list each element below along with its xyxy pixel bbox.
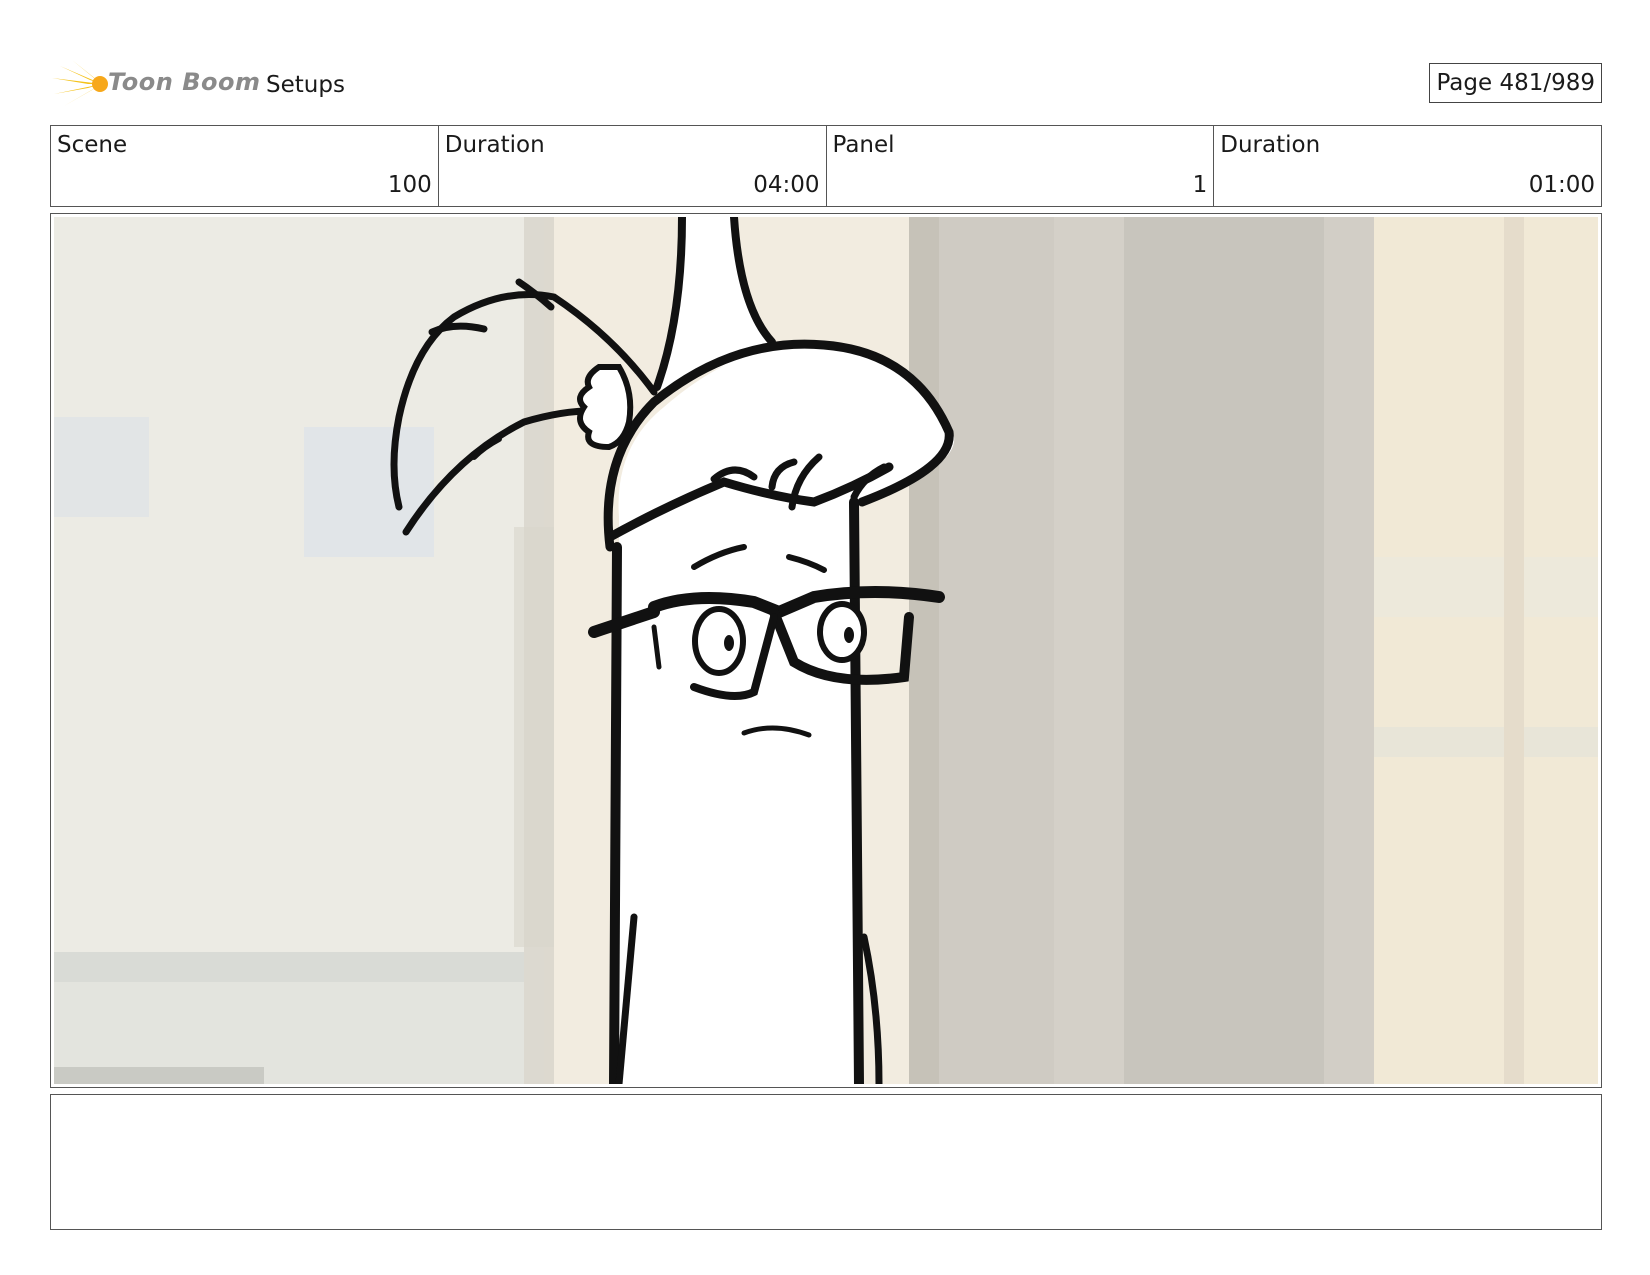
page-header: Toon Boom Setups Page 481/989	[50, 58, 1602, 110]
sunburst-icon	[52, 60, 108, 106]
panel-notes	[50, 1094, 1602, 1230]
panel-duration-cell: Duration 01:00	[1214, 126, 1601, 206]
scene-label: Scene	[57, 132, 128, 158]
panel-drawing	[54, 217, 1598, 1084]
scene-duration-value: 04:00	[753, 172, 820, 198]
scene-value: 100	[387, 172, 432, 198]
scene-cell: Scene 100	[51, 126, 439, 206]
panel-duration-label: Duration	[1220, 132, 1321, 158]
panel-duration-value: 01:00	[1528, 172, 1595, 198]
scene-duration-cell: Duration 04:00	[439, 126, 827, 206]
storyboard-panel	[50, 213, 1602, 1088]
toon-boom-logo: Toon Boom	[50, 58, 260, 110]
panel-value: 1	[1192, 172, 1208, 198]
section-title: Setups	[266, 72, 345, 98]
scene-duration-label: Duration	[444, 132, 545, 158]
scene-info-table: Scene 100 Duration 04:00 Panel 1 Duratio…	[50, 125, 1602, 207]
panel-label: Panel	[832, 132, 895, 158]
panel-cell: Panel 1	[827, 126, 1215, 206]
logo-wordmark: Toon Boom	[108, 68, 261, 96]
page-number: Page 481/989	[1429, 63, 1602, 103]
